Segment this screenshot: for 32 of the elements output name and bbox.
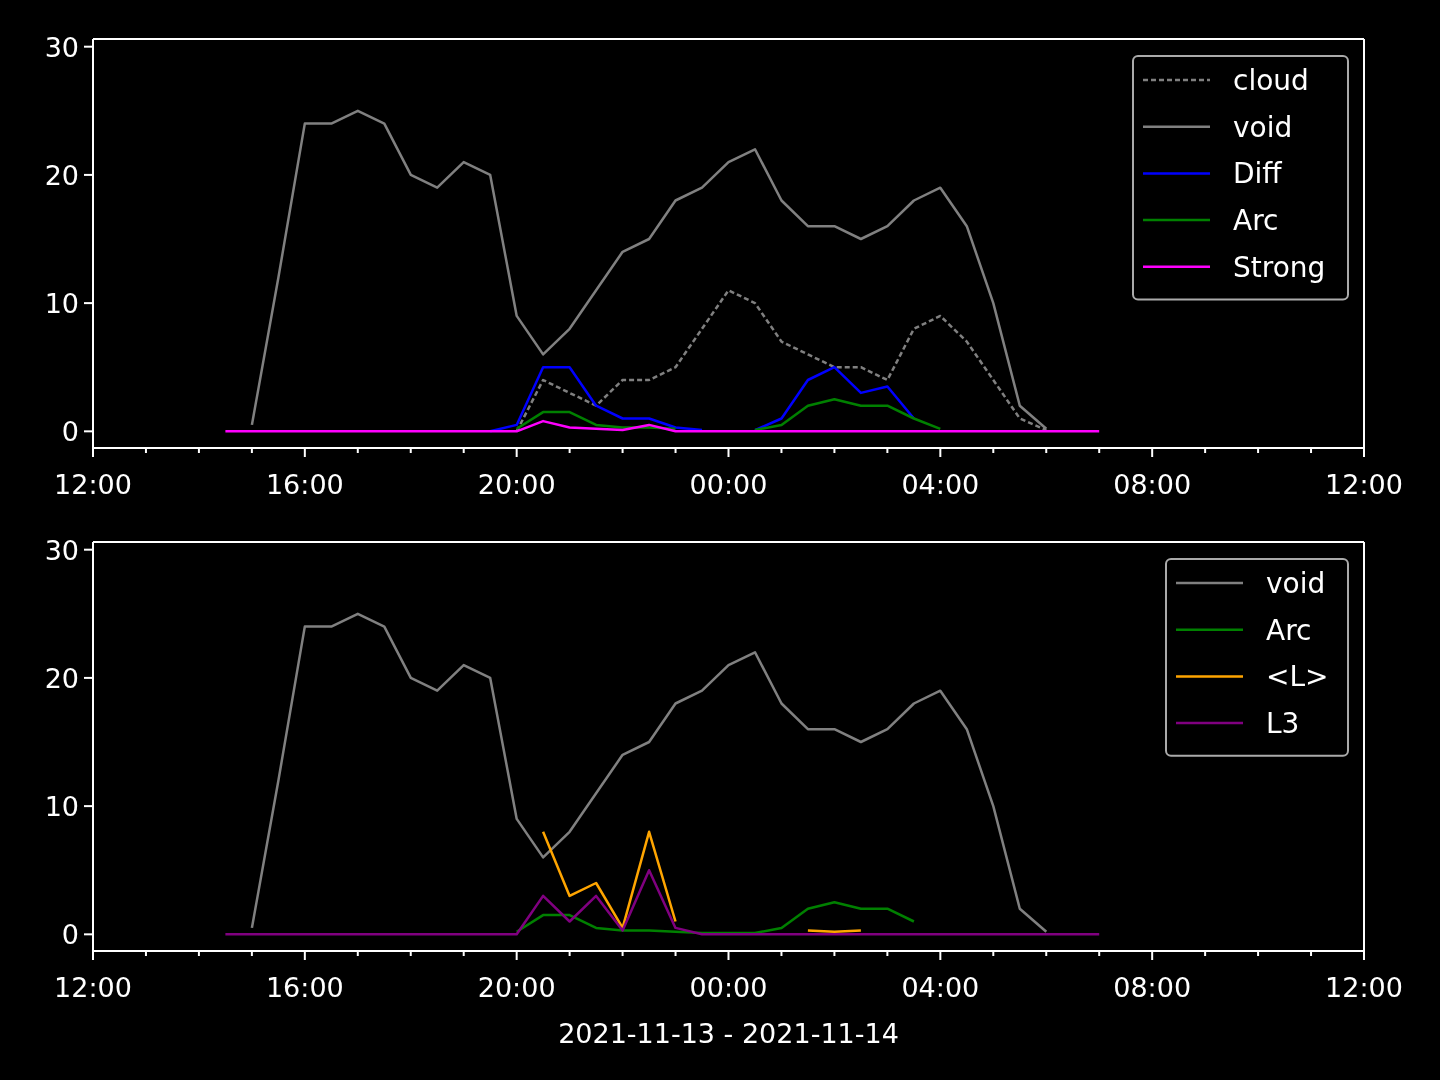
x-tick-label: 04:00	[901, 469, 980, 500]
y-tick-label: 20	[44, 662, 79, 694]
legend-label: void	[1266, 567, 1326, 600]
legend-label: L3	[1266, 707, 1300, 741]
x-tick-label: 00:00	[689, 469, 768, 500]
legend-label: Arc	[1233, 204, 1279, 238]
y-tick-label: 30	[44, 31, 79, 63]
legend-label: void	[1233, 110, 1293, 144]
x-tick-label: 20:00	[477, 972, 556, 1003]
x-tick-label: 04:00	[901, 972, 980, 1003]
legend-label: Diff	[1233, 157, 1282, 191]
x-tick-label: 20:00	[477, 469, 556, 500]
x-tick-label: 08:00	[1113, 469, 1192, 500]
x-tick-label: 12:00	[54, 469, 132, 500]
x-tick-label: 16:00	[265, 972, 344, 1003]
x-tick-label: 12:00	[1325, 469, 1403, 500]
legend-label: <L>	[1266, 660, 1329, 694]
y-tick-label: 0	[61, 919, 79, 951]
x-tick-label: 12:00	[54, 972, 132, 1003]
x-axis-label: 2021-11-13 - 2021-11-14	[558, 1018, 899, 1049]
y-tick-label: 30	[44, 534, 79, 566]
legend-label: cloud	[1233, 64, 1309, 97]
y-tick-label: 20	[44, 159, 79, 191]
x-tick-label: 12:00	[1325, 972, 1403, 1003]
x-tick-label: 16:00	[265, 469, 344, 500]
y-tick-label: 10	[44, 288, 79, 320]
y-tick-label: 10	[44, 791, 79, 823]
legend-label: Strong	[1233, 250, 1326, 284]
y-tick-label: 0	[61, 416, 79, 448]
legend-label: Arc	[1266, 613, 1312, 647]
x-tick-label: 08:00	[1113, 972, 1192, 1003]
x-tick-label: 00:00	[689, 972, 768, 1003]
